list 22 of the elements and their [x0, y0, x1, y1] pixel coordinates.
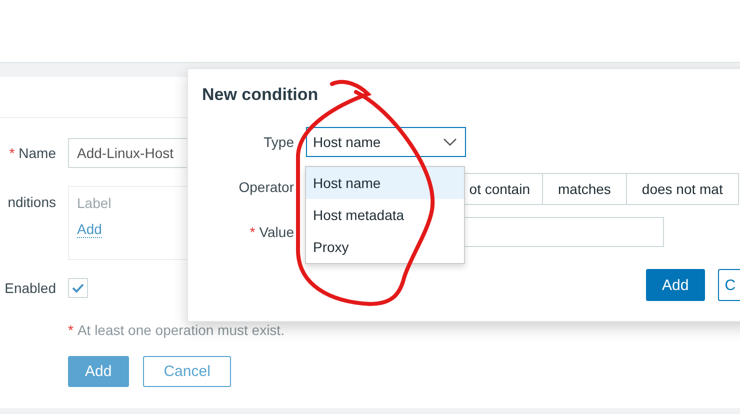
operator-label: Operator — [238, 179, 294, 195]
form-note: At least one operation must exist. — [77, 322, 284, 338]
dropdown-option[interactable]: Host metadata — [306, 199, 464, 231]
operator-option[interactable]: matches — [542, 173, 627, 205]
add-button[interactable]: Add — [646, 269, 705, 301]
operator-option[interactable]: does not mat — [626, 173, 739, 205]
dropdown-option[interactable]: Proxy — [306, 231, 464, 263]
cancel-button[interactable]: C — [718, 269, 740, 301]
required-mark: * — [250, 224, 256, 240]
column-header: Label — [77, 195, 112, 211]
caret-icon — [443, 138, 457, 146]
value-label: Value — [259, 224, 294, 240]
required-mark: * — [68, 322, 74, 338]
dialog-title: New condition — [202, 85, 320, 105]
enabled-label: Enabled — [4, 280, 56, 296]
enabled-checkbox[interactable] — [68, 278, 88, 298]
required-mark: * — [9, 145, 15, 161]
dropdown-option[interactable]: Host name — [306, 167, 464, 199]
conditions-label: nditions — [6, 193, 56, 210]
name-label: Name — [18, 145, 56, 161]
check-icon — [71, 282, 85, 294]
type-select[interactable]: Host name — [306, 127, 466, 157]
